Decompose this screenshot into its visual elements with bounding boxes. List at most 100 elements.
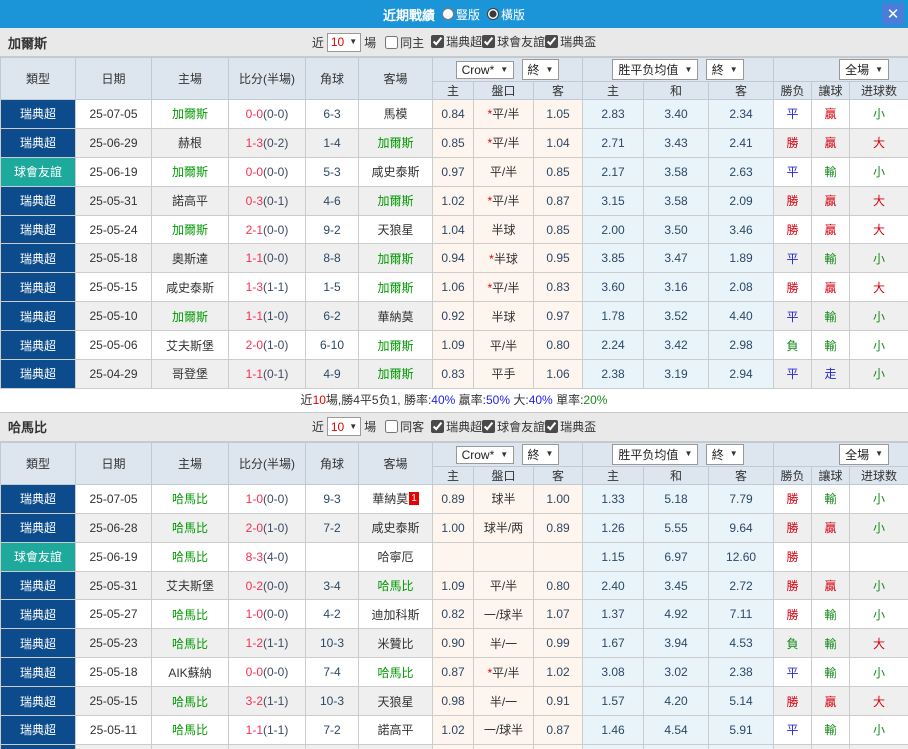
away-team[interactable]: 加爾斯: [358, 127, 433, 158]
home-team[interactable]: 哈馬比: [151, 628, 229, 659]
away-team[interactable]: 哈馬比: [358, 743, 433, 749]
away-team[interactable]: 諾高平: [358, 715, 433, 745]
horizontal-radio-input[interactable]: [487, 8, 499, 20]
league-checkbox-input[interactable]: [545, 419, 559, 433]
match-row: 瑞典超25-05-04奧斯達0-3(0-3)3-8哈馬比1.07*一球0.825…: [0, 743, 908, 749]
league-checkbox[interactable]: 瑞典盃: [545, 33, 596, 50]
away-team[interactable]: 哈馬比: [358, 570, 433, 601]
home-team[interactable]: AIK蘇納: [151, 657, 229, 688]
same-venue-checkbox[interactable]: 同客: [385, 418, 424, 435]
away-team[interactable]: 加爾斯: [358, 330, 433, 361]
col-header-home: 主場: [151, 441, 229, 485]
odds-final-select[interactable]: 終 ▼: [521, 443, 560, 465]
layout-radio-horizontal[interactable]: 橫版: [487, 6, 525, 23]
same-venue-checkbox-input[interactable]: [385, 35, 399, 49]
fulltime-select[interactable]: 全場 ▼: [839, 443, 889, 465]
league-checkbox-input[interactable]: [431, 35, 445, 48]
home-team[interactable]: 哈馬比: [151, 599, 229, 630]
summary-segment: 10: [312, 392, 326, 407]
avg-final-select[interactable]: 終 ▼: [705, 59, 744, 80]
away-team[interactable]: 馬模: [358, 99, 433, 129]
odds-company-select[interactable]: Crow* ▼: [455, 61, 515, 79]
result-cell: 平: [773, 715, 813, 745]
matches-body: 瑞典超 25-07-05 哈馬比 1-0(0-0) 9-3 華納莫 1 0.89 球半 1.00 1…: [0, 483, 908, 749]
match-count-select[interactable]: 10 ▼: [326, 32, 362, 52]
same-venue-checkbox[interactable]: 同主: [385, 34, 424, 51]
league-checkbox[interactable]: 球會友誼: [482, 33, 545, 50]
away-team-name: 華納莫: [377, 309, 414, 324]
home-team[interactable]: 哈馬比: [151, 541, 229, 572]
date-cell: 25-05-04: [75, 743, 152, 749]
league-checkbox[interactable]: 瑞典超: [431, 418, 482, 435]
home-team[interactable]: 艾夫斯堡: [151, 330, 229, 361]
home-team[interactable]: 奧斯達: [151, 243, 229, 274]
away-team[interactable]: 天狼星: [358, 214, 433, 245]
fulltime-score: 1-0: [245, 607, 263, 622]
close-icon[interactable]: ✕: [882, 3, 904, 25]
league-checkbox-input[interactable]: [431, 419, 445, 433]
away-team[interactable]: 咸史泰斯: [358, 156, 433, 187]
home-team[interactable]: 哈馬比: [151, 483, 229, 514]
score-cell: 1-3(0-2): [228, 127, 306, 158]
home-team[interactable]: 奧斯達: [151, 743, 229, 749]
home-team-name: 哈馬比: [171, 492, 208, 507]
handicap-result-cell: 輸: [811, 330, 851, 361]
away-team[interactable]: 迪加科斯: [358, 599, 433, 630]
away-team[interactable]: 咸史泰斯: [358, 512, 433, 543]
league-checkbox-input[interactable]: [482, 35, 496, 48]
odds-final-select[interactable]: 終 ▼: [521, 59, 560, 80]
home-team[interactable]: 加爾斯: [151, 301, 229, 332]
away-team[interactable]: 加爾斯: [358, 243, 433, 274]
league-checkbox-input[interactable]: [545, 35, 559, 48]
away-team-name: 哈馬比: [377, 579, 414, 594]
avg-draw-cell: 3.02: [643, 657, 710, 688]
home-team[interactable]: 哥登堡: [151, 359, 229, 389]
halftime-score: (1-1): [263, 722, 289, 737]
vertical-radio-input[interactable]: [441, 8, 454, 20]
avg-final-select[interactable]: 終 ▼: [705, 443, 744, 465]
home-team[interactable]: 哈馬比: [151, 512, 229, 543]
summary-segment: 50%: [486, 392, 511, 407]
near-label: 近: [311, 420, 324, 435]
layout-radio-vertical[interactable]: 豎版: [441, 6, 480, 23]
league-checkbox[interactable]: 瑞典盃: [545, 418, 596, 435]
halftime-score: (1-1): [263, 694, 289, 709]
away-team[interactable]: 加爾斯: [358, 185, 433, 216]
away-team[interactable]: 華納莫 1: [358, 483, 433, 514]
odds-company-select[interactable]: Crow* ▼: [455, 445, 515, 464]
away-team[interactable]: 天狼星: [358, 686, 433, 717]
avg-select[interactable]: 胜平负均值 ▼: [612, 59, 699, 80]
away-team[interactable]: 米贊比: [358, 628, 433, 659]
home-team[interactable]: 咸史泰斯: [151, 272, 229, 303]
home-team[interactable]: 赫根: [151, 127, 229, 158]
away-team[interactable]: 加爾斯: [358, 359, 433, 389]
away-team[interactable]: 華納莫: [358, 301, 433, 332]
corner-cell: 9-2: [305, 214, 359, 245]
league-checkbox[interactable]: 瑞典超: [431, 33, 482, 50]
home-odds-cell: 0.97: [432, 156, 474, 187]
league-filter-group: 瑞典超 球會友誼 瑞典盃: [431, 33, 596, 51]
home-team[interactable]: 加爾斯: [151, 214, 229, 245]
league-checkbox-input[interactable]: [482, 419, 496, 433]
away-odds-cell: 0.87: [532, 715, 584, 745]
odds-group-header: Crow* ▼ 終 ▼: [431, 57, 584, 82]
home-team[interactable]: 加爾斯: [151, 99, 229, 129]
away-team[interactable]: 哈寧厄: [358, 541, 433, 572]
away-team[interactable]: 哈馬比: [358, 657, 433, 688]
fulltime-select[interactable]: 全場 ▼: [839, 59, 889, 80]
home-team[interactable]: 哈馬比: [151, 715, 229, 745]
home-team-name: 諾高平: [171, 194, 208, 209]
match-count-select[interactable]: 10 ▼: [326, 417, 362, 437]
home-odds-cell: 0.98: [432, 686, 474, 717]
home-team[interactable]: 諾高平: [151, 185, 229, 216]
avg-select[interactable]: 胜平负均值 ▼: [612, 443, 699, 465]
goals-cell: 小: [849, 301, 908, 332]
same-venue-checkbox-input[interactable]: [385, 420, 399, 434]
home-team[interactable]: 哈馬比: [151, 686, 229, 717]
halftime-score: (0-0): [263, 665, 289, 680]
away-team[interactable]: 加爾斯: [358, 272, 433, 303]
match-row: 瑞典超 25-05-06 艾夫斯堡 2-0(1-0) 6-10 加爾斯 1.09 平/半 0.8…: [0, 330, 908, 361]
home-team[interactable]: 艾夫斯堡: [151, 570, 229, 601]
home-team[interactable]: 加爾斯: [151, 156, 229, 187]
league-checkbox[interactable]: 球會友誼: [482, 418, 545, 435]
